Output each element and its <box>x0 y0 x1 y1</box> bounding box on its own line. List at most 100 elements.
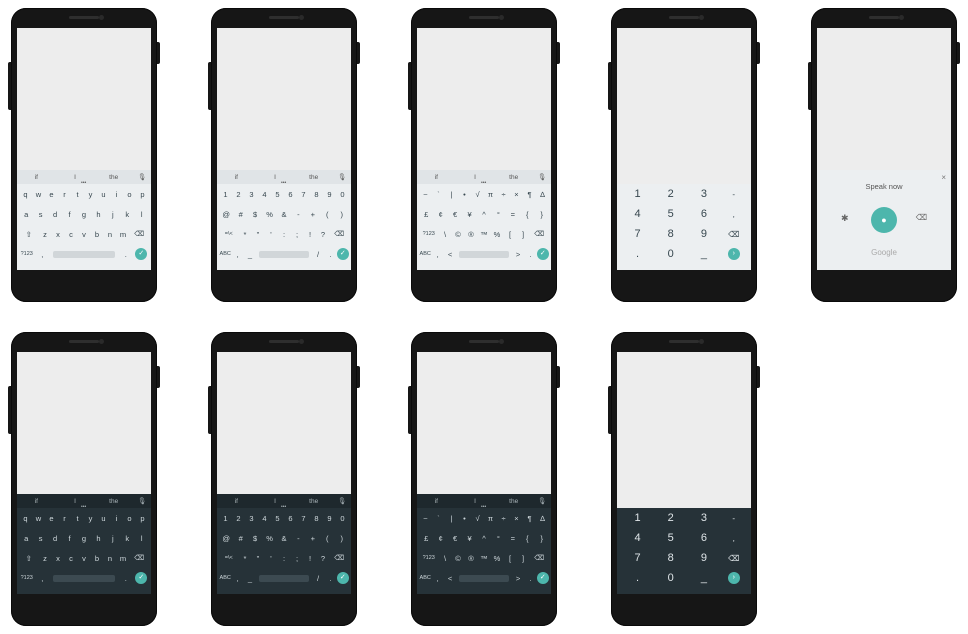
key[interactable]: & <box>277 534 291 543</box>
key[interactable]: m <box>117 554 130 563</box>
key[interactable]: i <box>110 190 123 199</box>
key[interactable]: - <box>291 210 305 219</box>
key[interactable]: < <box>444 574 456 583</box>
suggestion-word[interactable]: the <box>94 498 133 505</box>
numpad-key[interactable]: 9 <box>687 552 720 564</box>
key[interactable]: q <box>19 514 32 523</box>
backspace-icon[interactable]: ⌫ <box>720 230 747 239</box>
key[interactable]: ` <box>432 190 445 199</box>
key[interactable]: 5 <box>271 190 284 199</box>
numpad-key[interactable]: 9 <box>687 228 720 240</box>
suggestion-word[interactable]: I <box>456 498 495 505</box>
close-icon[interactable]: × <box>941 173 946 182</box>
key[interactable]: × <box>510 514 523 523</box>
numpad-key[interactable]: 4 <box>621 208 654 220</box>
key[interactable]: ¶ <box>523 514 536 523</box>
key[interactable]: q <box>19 190 32 199</box>
key[interactable]: w <box>32 190 45 199</box>
suggestion-word[interactable]: I <box>56 498 95 505</box>
suggestion-word[interactable]: if <box>17 174 56 181</box>
gear-icon[interactable]: ✱ <box>841 213 849 224</box>
shift-icon[interactable]: ⇧ <box>19 554 39 563</box>
key[interactable]: % <box>491 230 504 239</box>
enter-key[interactable]: ✓ <box>336 248 349 260</box>
numpad-key[interactable]: - <box>720 514 747 523</box>
key[interactable]: 8 <box>310 514 323 523</box>
key[interactable]: ¥ <box>462 210 476 219</box>
numpad-key[interactable]: 3 <box>687 512 720 524</box>
key[interactable]: d <box>48 534 62 543</box>
mic-icon[interactable]: ● <box>871 207 897 233</box>
key[interactable]: ¢ <box>433 534 447 543</box>
key[interactable]: & <box>277 210 291 219</box>
key[interactable]: , <box>431 574 443 583</box>
space-bar[interactable] <box>259 574 309 582</box>
key[interactable]: k <box>120 210 134 219</box>
shift-icon[interactable]: ⇧ <box>19 230 39 239</box>
backspace-icon[interactable]: ⌫ <box>916 213 927 222</box>
key[interactable]: ^ <box>477 534 491 543</box>
key[interactable]: ' <box>265 554 278 563</box>
key[interactable]: • <box>458 514 471 523</box>
key[interactable]: @ <box>219 210 233 219</box>
key[interactable]: % <box>262 534 276 543</box>
mode-key[interactable]: ABC <box>419 251 431 257</box>
key[interactable]: = <box>506 534 520 543</box>
backspace-icon[interactable]: ⌫ <box>530 230 550 238</box>
backspace-icon[interactable]: ⌫ <box>330 554 350 562</box>
key[interactable]: m <box>117 230 130 239</box>
backspace-icon[interactable]: ⌫ <box>720 554 747 563</box>
key[interactable]: j <box>106 534 120 543</box>
key[interactable]: $ <box>248 534 262 543</box>
key[interactable]: 4 <box>258 514 271 523</box>
check-icon[interactable]: ✓ <box>536 248 549 260</box>
key[interactable]: " <box>252 554 265 563</box>
key[interactable]: t <box>71 514 84 523</box>
key[interactable]: $ <box>248 210 262 219</box>
key[interactable]: t <box>71 190 84 199</box>
key[interactable]: v <box>78 554 91 563</box>
backspace-icon[interactable]: ⌫ <box>530 554 550 562</box>
key[interactable]: ' <box>265 230 278 239</box>
suggestion-word[interactable]: if <box>217 174 256 181</box>
key[interactable]: . <box>324 574 336 583</box>
comma-key[interactable]: , <box>35 250 51 259</box>
key[interactable]: ! <box>304 230 317 239</box>
key[interactable]: ; <box>291 554 304 563</box>
key[interactable]: √ <box>471 514 484 523</box>
key[interactable]: ∆ <box>536 190 549 199</box>
key[interactable]: v <box>78 230 91 239</box>
enter-key[interactable]: ✓ <box>336 572 349 584</box>
next-icon[interactable]: › <box>727 572 740 584</box>
key[interactable]: + <box>306 534 320 543</box>
key[interactable]: } <box>535 210 549 219</box>
numpad-key[interactable]: 2 <box>654 512 687 524</box>
key[interactable]: . <box>524 574 536 583</box>
key[interactable]: > <box>512 250 524 259</box>
next-icon[interactable]: › <box>720 572 747 584</box>
key[interactable]: { <box>520 210 534 219</box>
key[interactable]: f <box>62 210 76 219</box>
numpad-key[interactable]: 2 <box>654 188 687 200</box>
key[interactable]: % <box>262 210 276 219</box>
mic-icon[interactable]: 🎙 <box>133 173 151 181</box>
space-bar[interactable] <box>53 250 115 258</box>
mode-key[interactable]: ABC <box>419 575 431 581</box>
key[interactable]: + <box>306 210 320 219</box>
key[interactable]: . <box>524 250 536 259</box>
key[interactable]: % <box>491 554 504 563</box>
key[interactable]: © <box>452 230 465 239</box>
mode-key[interactable]: ?123 <box>419 231 439 237</box>
key[interactable]: ? <box>317 230 330 239</box>
key[interactable]: k <box>120 534 134 543</box>
key[interactable]: ° <box>491 210 505 219</box>
key[interactable]: ? <box>317 554 330 563</box>
key[interactable]: j <box>106 210 120 219</box>
period-key[interactable]: . <box>118 574 134 583</box>
key[interactable]: ∆ <box>536 514 549 523</box>
numpad-key[interactable]: 6 <box>687 208 720 220</box>
key[interactable]: ® <box>465 554 478 563</box>
key[interactable]: √ <box>471 190 484 199</box>
key[interactable]: f <box>62 534 76 543</box>
period-key[interactable]: . <box>118 250 134 259</box>
